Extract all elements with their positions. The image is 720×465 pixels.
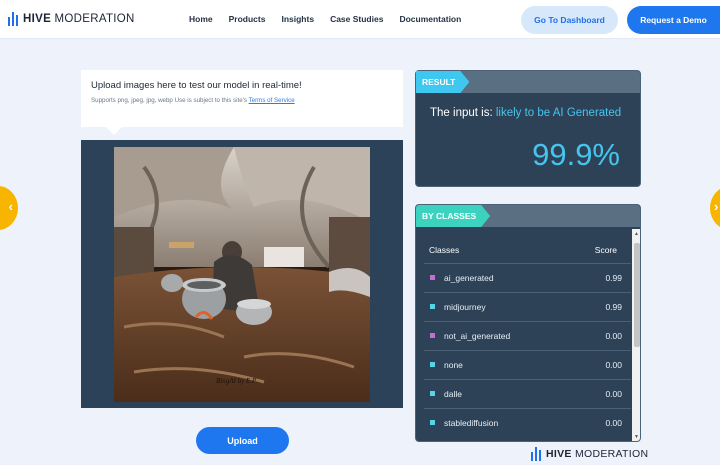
result-summary: The input is: likely to be AI Generated	[430, 107, 622, 119]
upload-button[interactable]: Upload	[196, 427, 289, 454]
classes-panel: BY CLASSES Classes Score ai_generated 0.…	[415, 204, 641, 442]
uploaded-photo	[114, 147, 370, 402]
nav-documentation[interactable]: Documentation	[399, 14, 461, 24]
chevron-left-icon: ‹	[8, 199, 13, 214]
result-verdict: likely to be AI Generated	[495, 107, 622, 119]
image-watermark: BingAI by E.P.	[216, 377, 258, 385]
by-classes-tag: BY CLASSES	[416, 205, 490, 227]
scrollbar-thumb[interactable]	[634, 243, 640, 347]
footer-hive-logo: HIVE MODERATION	[531, 447, 648, 461]
classes-table-header: Classes Score	[429, 245, 629, 255]
carousel-prev-button[interactable]: ‹	[0, 186, 18, 230]
scroll-down-icon[interactable]: ▼	[634, 434, 639, 440]
result-tag: RESULT	[416, 71, 469, 93]
main-nav: Home Products Insights Case Studies Docu…	[189, 14, 477, 24]
chevron-right-icon: ›	[714, 199, 719, 214]
table-row: ai_generated 0.99	[424, 263, 631, 292]
classes-panel-header: BY CLASSES	[416, 205, 640, 227]
terms-of-service-link[interactable]: Terms of Service	[249, 97, 295, 104]
class-color-swatch	[430, 275, 435, 280]
table-row: none 0.00	[424, 350, 631, 379]
classes-table: ai_generated 0.99 midjourney 0.99 not_ai…	[424, 263, 631, 437]
class-color-swatch	[430, 420, 435, 425]
top-navbar: HIVE MODERATION Home Products Insights C…	[0, 0, 720, 39]
hive-logo[interactable]: HIVE MODERATION	[8, 12, 135, 26]
class-color-swatch	[430, 362, 435, 367]
go-to-dashboard-button[interactable]: Go To Dashboard	[521, 6, 618, 34]
upload-instructions-card: Upload images here to test our model in …	[81, 70, 403, 135]
class-color-swatch	[430, 304, 435, 309]
result-panel: RESULT The input is: likely to be AI Gen…	[415, 70, 641, 187]
upload-title: Upload images here to test our model in …	[91, 80, 302, 91]
column-classes: Classes	[429, 245, 460, 255]
classes-scrollbar[interactable]: ▲ ▼	[632, 229, 640, 441]
request-demo-button[interactable]: Request a Demo	[627, 6, 720, 34]
carousel-next-button[interactable]: ›	[710, 186, 720, 230]
result-score: 99.9%	[532, 137, 620, 172]
column-score: Score	[594, 245, 617, 255]
table-row: not_ai_generated 0.00	[424, 321, 631, 350]
brand-name: HIVE MODERATION	[23, 13, 135, 25]
nav-products[interactable]: Products	[229, 14, 266, 24]
table-row: dalle 0.00	[424, 379, 631, 408]
hive-logo-icon	[8, 12, 18, 26]
nav-case-studies[interactable]: Case Studies	[330, 14, 383, 24]
nav-home[interactable]: Home	[189, 14, 213, 24]
nav-insights[interactable]: Insights	[281, 14, 314, 24]
upload-subtitle: Supports png, jpeg, jpg, webp Use is sub…	[91, 97, 295, 104]
footer-brand-name: HIVE MODERATION	[546, 448, 649, 460]
class-color-swatch	[430, 391, 435, 396]
scroll-up-icon[interactable]: ▲	[634, 231, 639, 237]
hive-logo-icon	[531, 447, 541, 461]
table-row: stablediffusion 0.00	[424, 408, 631, 437]
uploaded-image-preview: BingAI by E.P.	[81, 140, 403, 408]
result-panel-header: RESULT	[416, 71, 640, 93]
class-color-swatch	[430, 333, 435, 338]
table-row: midjourney 0.99	[424, 292, 631, 321]
